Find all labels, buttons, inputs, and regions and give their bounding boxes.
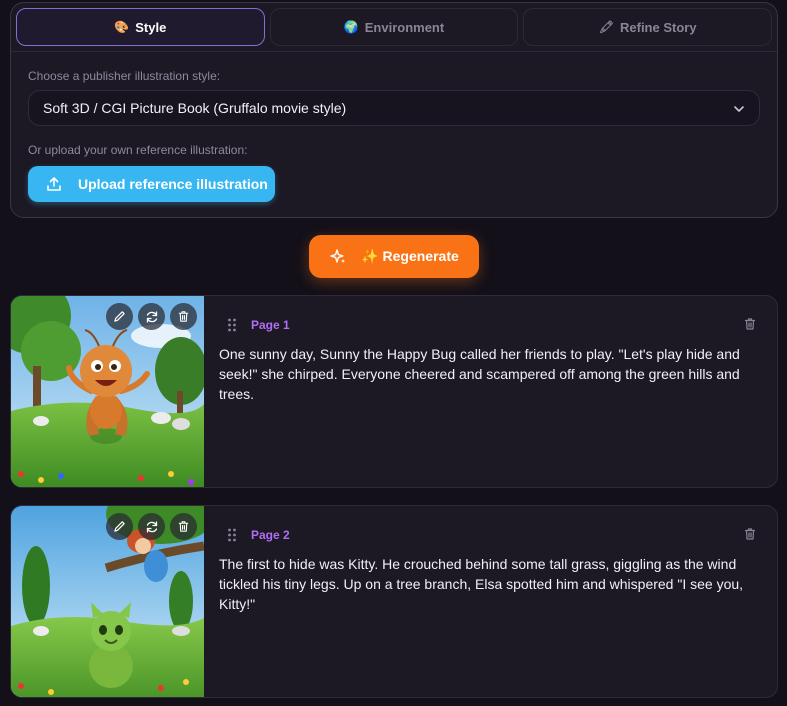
- page-1-illustration[interactable]: [11, 296, 204, 487]
- chevron-down-icon: [733, 102, 745, 118]
- trash-icon: [744, 528, 756, 540]
- style-settings-panel: 🎨 Style 🌍 Environment 🖍 Refine Story Cho…: [10, 2, 778, 218]
- tab-refine-story[interactable]: 🖍 Refine Story: [523, 8, 773, 46]
- upload-icon: [46, 176, 62, 192]
- illustration-toolbar: [106, 513, 197, 540]
- page-number-label: Page 2: [251, 528, 290, 542]
- tabs-divider: [11, 51, 777, 52]
- page-card: Page 1 One sunny day, Sunny the Happy Bu…: [10, 295, 778, 488]
- tab-style[interactable]: 🎨 Style: [16, 8, 265, 46]
- regenerate-label: ✨ Regenerate: [361, 248, 459, 264]
- trash-icon: [744, 318, 756, 330]
- regenerate-illustration-button[interactable]: [138, 303, 165, 330]
- tab-environment-label: Environment: [364, 19, 445, 35]
- page-story-text[interactable]: The first to hide was Kitty. He crouched…: [219, 554, 759, 614]
- palette-icon: 🎨: [114, 20, 130, 34]
- page-story-text[interactable]: One sunny day, Sunny the Happy Bug calle…: [219, 344, 759, 404]
- drag-handle-icon[interactable]: [227, 318, 237, 332]
- style-select-value: Soft 3D / CGI Picture Book (Gruffalo mov…: [43, 100, 347, 116]
- page-card: Page 2 The first to hide was Kitty. He c…: [10, 505, 778, 698]
- delete-illustration-button[interactable]: [170, 303, 197, 330]
- pencil-icon: [114, 521, 125, 532]
- tab-style-label: Style: [135, 19, 167, 35]
- delete-page-button[interactable]: [743, 527, 757, 541]
- upload-label: Or upload your own reference illustratio…: [28, 143, 248, 157]
- style-select-label: Choose a publisher illustration style:: [28, 69, 221, 83]
- delete-illustration-button[interactable]: [170, 513, 197, 540]
- globe-icon: 🌍: [343, 20, 359, 34]
- trash-icon: [178, 311, 189, 322]
- edit-illustration-button[interactable]: [106, 513, 133, 540]
- regenerate-button[interactable]: ✨ Regenerate: [309, 235, 479, 278]
- upload-reference-label: Upload reference illustration: [78, 176, 268, 192]
- tab-refine-story-label: Refine Story: [620, 19, 697, 35]
- style-select[interactable]: Soft 3D / CGI Picture Book (Gruffalo mov…: [28, 90, 760, 126]
- edit-illustration-button[interactable]: [106, 303, 133, 330]
- page-2-illustration[interactable]: [11, 506, 204, 697]
- refresh-icon: [146, 310, 157, 323]
- refresh-icon: [146, 520, 157, 533]
- trash-icon: [178, 521, 189, 532]
- page-number-label: Page 1: [251, 318, 290, 332]
- tab-environment[interactable]: 🌍 Environment: [269, 8, 519, 46]
- delete-page-button[interactable]: [743, 317, 757, 331]
- sparkles-icon: [329, 248, 347, 266]
- regenerate-illustration-button[interactable]: [138, 513, 165, 540]
- pencil-icon: [114, 311, 125, 322]
- pencil-icon: 🖍: [598, 20, 614, 34]
- drag-handle-icon[interactable]: [227, 528, 237, 542]
- illustration-toolbar: [106, 303, 197, 330]
- settings-tabs: 🎨 Style 🌍 Environment 🖍 Refine Story: [16, 8, 773, 46]
- upload-reference-button[interactable]: Upload reference illustration: [28, 166, 275, 202]
